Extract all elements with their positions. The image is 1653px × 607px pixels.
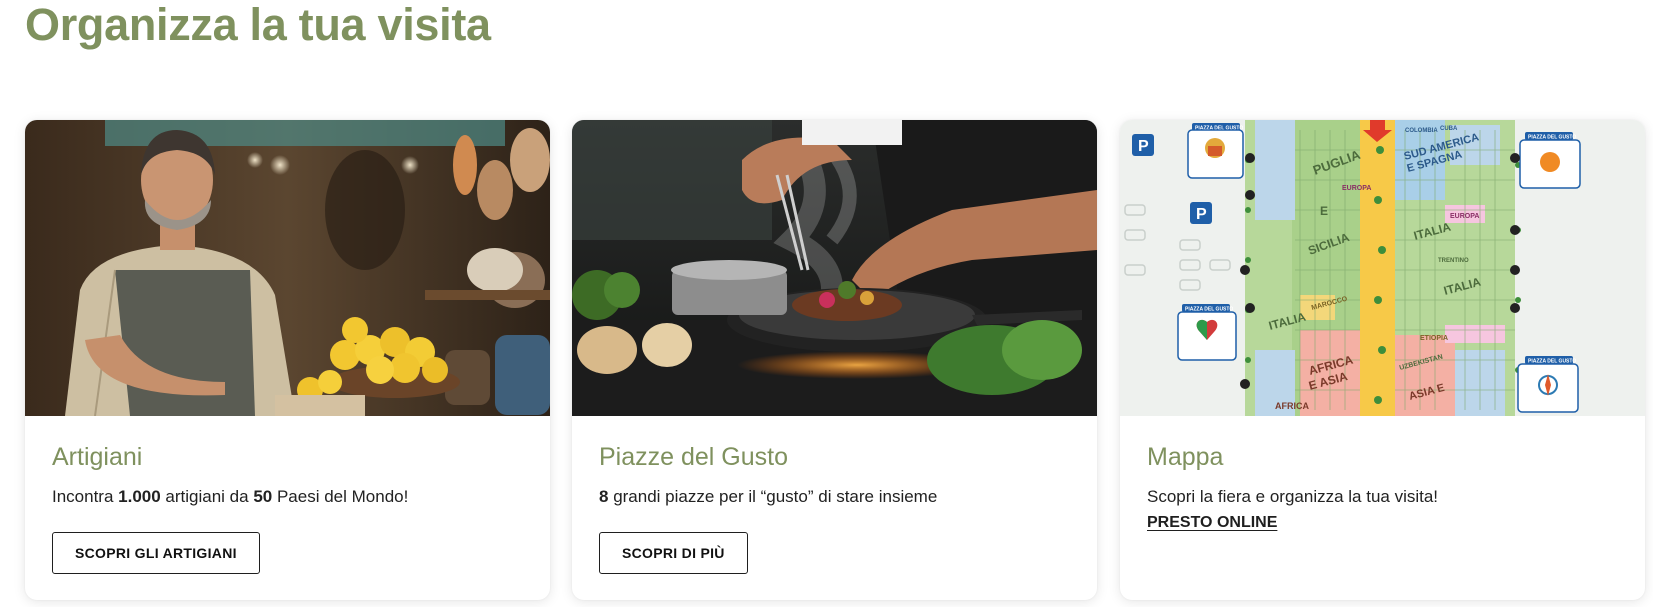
card-body: Artigiani Incontra 1.000 artigiani da 50… xyxy=(52,442,530,574)
artisan-photo xyxy=(25,120,550,416)
map-label: COLOMBIA xyxy=(1405,128,1438,134)
scopri-di-piu-button[interactable]: SCOPRI DI PIÙ xyxy=(599,532,748,574)
card-piazze-del-gusto: Piazze del Gusto 8 grandi piazze per il … xyxy=(572,120,1097,600)
fair-map-image: P P PUGLIA E SICILIA ITALIA MAROCCO AFRI… xyxy=(1120,120,1645,416)
card-description: Incontra 1.000 artigiani da 50 Paesi del… xyxy=(52,487,409,506)
map-label: CUBA xyxy=(1440,126,1458,132)
chef-photo xyxy=(572,120,1097,416)
piazza-badge-se: PIAZZA DEL GUSTO xyxy=(1517,356,1579,413)
card-title: Mappa xyxy=(1147,443,1224,471)
map-label: ETIOPIA xyxy=(1420,335,1448,342)
scopri-artigiani-button[interactable]: SCOPRI GLI ARTIGIANI xyxy=(52,532,260,574)
card-body: Piazze del Gusto 8 grandi piazze per il … xyxy=(599,442,1077,574)
piazza-badge-sw: PIAZZA DEL GUSTO xyxy=(1177,304,1237,361)
map-label: AFRICA xyxy=(1275,401,1309,411)
presto-online-link[interactable]: PRESTO ONLINE xyxy=(1147,514,1277,532)
card-artigiani: Artigiani Incontra 1.000 artigiani da 50… xyxy=(25,120,550,600)
map-illustration: P P PUGLIA E SICILIA ITALIA MAROCCO AFRI… xyxy=(1120,120,1645,416)
piazza-badge-ne: PIAZZA DEL GUSTO xyxy=(1519,132,1581,189)
card-description: 8 grandi piazze per il “gusto” di stare … xyxy=(599,487,938,506)
page-title: Organizza la tua visita xyxy=(25,0,491,50)
card-title: Artigiani xyxy=(52,443,143,471)
chef-cooking-pan-image xyxy=(572,120,1097,416)
piazza-badge-nw: PIAZZA DEL GUSTO xyxy=(1187,123,1244,179)
map-label: EUROPA xyxy=(1342,185,1371,192)
parking-sign: P xyxy=(1138,138,1149,155)
card-body: Mappa Scopri la fiera e organizza la tua… xyxy=(1147,442,1625,532)
card-mappa: P P PUGLIA E SICILIA ITALIA MAROCCO AFRI… xyxy=(1120,120,1645,600)
card-title: Piazze del Gusto xyxy=(599,443,788,471)
map-label: E xyxy=(1320,204,1328,218)
card-description: Scopri la fiera e organizza la tua visit… xyxy=(1147,487,1439,506)
artisan-with-lemons-image xyxy=(25,120,550,416)
map-label: EUROPA xyxy=(1450,213,1479,220)
parking-sign: P xyxy=(1196,206,1207,223)
map-label: TRENTINO xyxy=(1438,258,1469,264)
